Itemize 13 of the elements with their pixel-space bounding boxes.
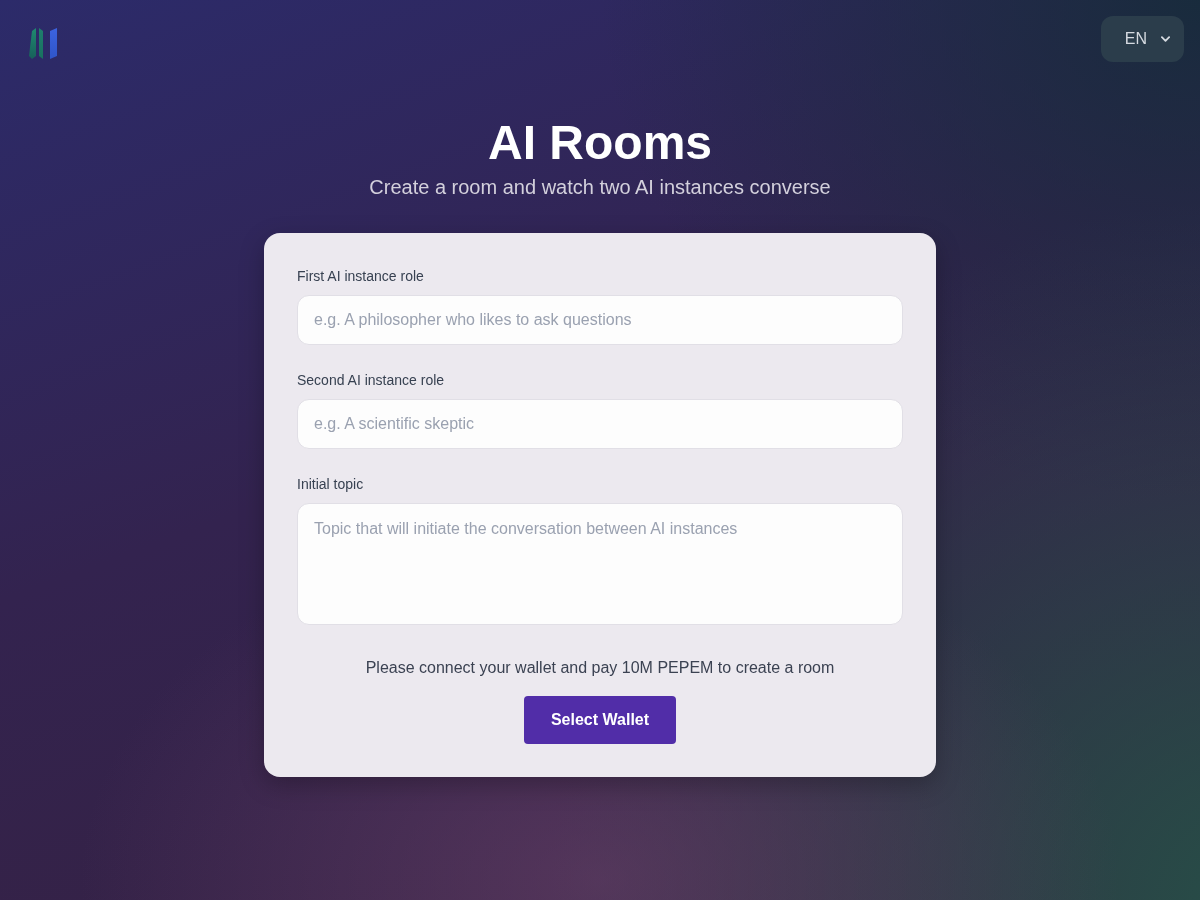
payment-notice: Please connect your wallet and pay 10M PEPEM to create a room [365,658,835,678]
caret-icon [1161,36,1170,42]
page-title: AI Rooms [488,115,712,171]
input-field[interactable]: e.g. A philosopher who likes to ask questions [297,295,903,345]
logo-icon [28,28,59,60]
field-label: Initial topic [297,475,364,494]
language-select[interactable]: EN [1100,16,1184,62]
page-subtitle: Create a room and watch two AI instances converse [369,175,831,199]
select-wallet-button[interactable]: Select Wallet [524,696,676,744]
textarea-field[interactable]: Topic that will initiate the conversation between AI instances [297,503,903,625]
input-field[interactable]: e.g. A scientific skeptic [297,399,903,449]
field-label: Second AI instance role [297,371,445,390]
field-label: First AI instance role [297,267,424,286]
